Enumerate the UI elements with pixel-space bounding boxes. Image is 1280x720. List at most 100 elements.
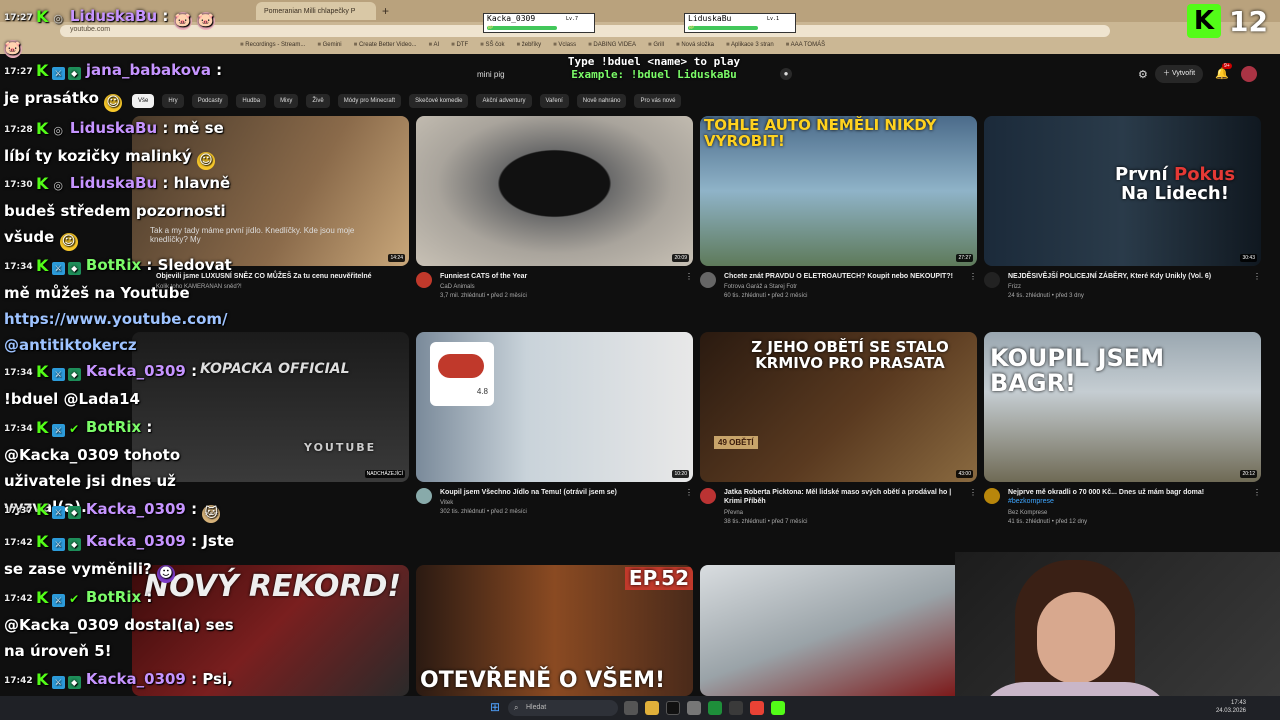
obs-icon[interactable] (729, 701, 743, 715)
bookmark-item[interactable]: DABING VIDEA (588, 42, 636, 48)
chrome-icon[interactable] (750, 701, 764, 715)
bookmark-item[interactable]: AAA TOMÁŠ (786, 42, 825, 48)
cast-icon[interactable]: ⚙ (1138, 68, 1148, 81)
chat-username: LiduskaBu (69, 7, 158, 25)
kick-level-widget: K 12 (1187, 3, 1275, 39)
windows-start-icon[interactable]: ⊞ (490, 701, 503, 714)
video-stats: 24 tis. zhlédnutí • před 3 dny (1008, 293, 1084, 300)
file-explorer-icon[interactable] (645, 701, 659, 715)
video-hashtag[interactable]: #bezkomprese (1008, 497, 1243, 506)
more-options-icon[interactable]: ⋮ (1253, 488, 1261, 497)
video-thumbnail[interactable]: Z JEHO OBĚTÍ SE STALO KRMIVO PRO PRASATA… (700, 332, 977, 482)
bookmark-item[interactable]: AI (429, 42, 440, 48)
bookmark-item[interactable]: žebříky (516, 42, 541, 48)
video-channel[interactable]: Vitek (440, 500, 693, 506)
video-card-5[interactable]: Z JEHO OBĚTÍ SE STALO KRMIVO PRO PRASATA… (700, 332, 977, 525)
video-card-3[interactable]: První Pokus Na Lidech! 30:43 NEJDĚSIVĚJŠ… (984, 116, 1261, 299)
kick-badge-icon: K (35, 588, 49, 607)
video-channel[interactable]: CaD Animals (440, 284, 693, 290)
channel-avatar[interactable] (984, 272, 1000, 288)
chip[interactable]: Nově nahráno (576, 94, 627, 108)
chat-username: BotRix (85, 418, 142, 436)
video-card-1[interactable]: 20:09 Funniest CATS of the Year CaD Anim… (416, 116, 693, 299)
chip[interactable]: Hudba (236, 94, 267, 108)
browser-tab-active[interactable]: Pomeranian Milli chlapečky P (256, 2, 376, 20)
video-thumbnail[interactable]: 4.8 10:20 (416, 332, 693, 482)
bookmark-item[interactable]: SŠ čok (480, 42, 504, 48)
microphone-icon[interactable]: ● (780, 68, 792, 80)
more-options-icon[interactable]: ⋮ (685, 272, 693, 281)
avatar[interactable] (1241, 66, 1257, 82)
video-title[interactable]: Nejprve mě okradli o 70 000 Kč... Dnes u… (1008, 488, 1243, 497)
bookmark-item[interactable]: Grill (648, 42, 664, 48)
chip[interactable]: Skečové komedie (409, 94, 469, 108)
chat-overlay: 17:27 K ◎ LiduskaBu : 🐷 🐷 🐷 17:27 K ⚔ ◆ jana_b… (0, 0, 240, 720)
bookmark-item[interactable]: Create Better Video... (354, 42, 417, 48)
video-thumbnail[interactable]: TOHLE AUTO NEMĚLI NIKDY VYROBIT! 27:27 (700, 116, 977, 266)
taskbar-apps (624, 701, 785, 715)
video-thumbnail[interactable]: 20:09 (416, 116, 693, 266)
kick-app-icon[interactable] (771, 701, 785, 715)
bookmark-item[interactable]: DTF (451, 42, 468, 48)
channel-avatar[interactable] (416, 488, 432, 504)
video-card-6[interactable]: KOUPIL JSEM BAGR! 20:12 Nejprve mě okrad… (984, 332, 1261, 525)
video-channel[interactable]: Frizz (1008, 284, 1261, 290)
video-thumbnail[interactable]: První Pokus Na Lidech! 30:43 (984, 116, 1261, 266)
chip[interactable]: Mixy (274, 94, 299, 108)
channel-avatar[interactable] (700, 488, 716, 504)
video-title[interactable]: Chcete znát PRAVDU O ELETROAUTECH? Koupi… (724, 272, 959, 281)
more-options-icon[interactable]: ⋮ (969, 488, 977, 497)
chip[interactable]: Módy pro Minecraft (337, 94, 402, 108)
channel-avatar[interactable] (984, 488, 1000, 504)
chip[interactable]: Živě (306, 94, 330, 108)
video-stats: 38 tis. zhlédnutí • před 7 měsíci (724, 518, 808, 525)
video-title[interactable]: Koupil jsem Všechno Jídlo na Temu! (otrá… (440, 488, 675, 497)
channel-avatar[interactable] (416, 272, 432, 288)
system-clock[interactable]: 17:43 24.03.2026 (1216, 699, 1246, 715)
channel-avatar[interactable] (700, 272, 716, 288)
chat-username: Kacka_0309 (85, 500, 186, 518)
moderator-badge-icon: ⚔ (51, 67, 65, 80)
video-title[interactable]: Funniest CATS of the Year (440, 272, 675, 281)
create-button[interactable]: ＋ Vytvořit (1155, 65, 1204, 83)
video-channel[interactable]: Fotrova Garáž a Starej Fotr (724, 284, 977, 290)
hp-label: HP (488, 25, 493, 30)
more-options-icon[interactable]: ⋮ (1253, 272, 1261, 281)
chip[interactable]: Akční adventury (476, 94, 532, 108)
xbox-icon[interactable] (708, 701, 722, 715)
new-tab-icon[interactable]: + (382, 4, 389, 18)
chat-text: @Kacka_0309 dostal(a) ses na úroveň 5! (4, 616, 234, 660)
chat-timestamp: 17:42 (4, 594, 33, 604)
bookmark-item[interactable]: Aplikace 3 stran (726, 42, 774, 48)
bookmark-list: Recordings - Stream... Gemini Create Bet… (240, 42, 825, 48)
more-options-icon[interactable]: ⋮ (685, 488, 693, 497)
settings-icon[interactable] (687, 701, 701, 715)
video-channel[interactable]: Převna (724, 510, 977, 516)
video-card-2[interactable]: TOHLE AUTO NEMĚLI NIKDY VYROBIT! 27:27 C… (700, 116, 977, 299)
video-thumbnail[interactable] (700, 565, 977, 696)
video-thumbnail[interactable]: KOUPIL JSEM BAGR! 20:12 (984, 332, 1261, 482)
video-title[interactable]: Jatka Roberta Picktona: Měl lidské maso … (724, 488, 959, 507)
taskbar-search[interactable]: Hledat (508, 700, 618, 716)
search-input[interactable]: mini pig (477, 70, 505, 79)
chip[interactable]: Pro vás nové (634, 94, 682, 108)
screen: { "browser": { "active_tab_title": "Pome… (0, 0, 1280, 720)
bookmark-item[interactable]: Gemini (317, 42, 342, 48)
video-channel[interactable]: Bez Komprese (1008, 510, 1261, 516)
thumbnail-headline: První Pokus Na Lidech! (1100, 165, 1250, 204)
bookmark-item[interactable]: Recordings - Stream... (240, 42, 305, 48)
video-card-9[interactable] (700, 565, 977, 696)
video-card-4[interactable]: 4.8 10:20 Koupil jsem Všechno Jídlo na T… (416, 332, 693, 515)
bookmark-item[interactable]: Vclass (553, 42, 576, 48)
bookmark-item[interactable]: Nová složka (676, 42, 714, 48)
video-thumbnail[interactable]: EP.52 OTEVŘENĚ O VŠEM! (416, 565, 693, 696)
video-title[interactable]: NEJDĚSIVĚJŠÍ POLICEJNÍ ZÁBĚRY, Které Kdy… (1008, 272, 1243, 281)
more-options-icon[interactable]: ⋮ (969, 272, 977, 281)
task-view-icon[interactable] (624, 701, 638, 715)
chat-link[interactable]: https://www.youtube.com/@antitiktokercz (4, 310, 227, 354)
tiktok-icon[interactable] (666, 701, 680, 715)
chat-timestamp: 17:42 (4, 676, 33, 686)
video-card-8[interactable]: EP.52 OTEVŘENĚ O VŠEM! (416, 565, 693, 696)
chat-timestamp: 17:34 (4, 424, 33, 434)
chip[interactable]: Vaření (539, 94, 569, 108)
